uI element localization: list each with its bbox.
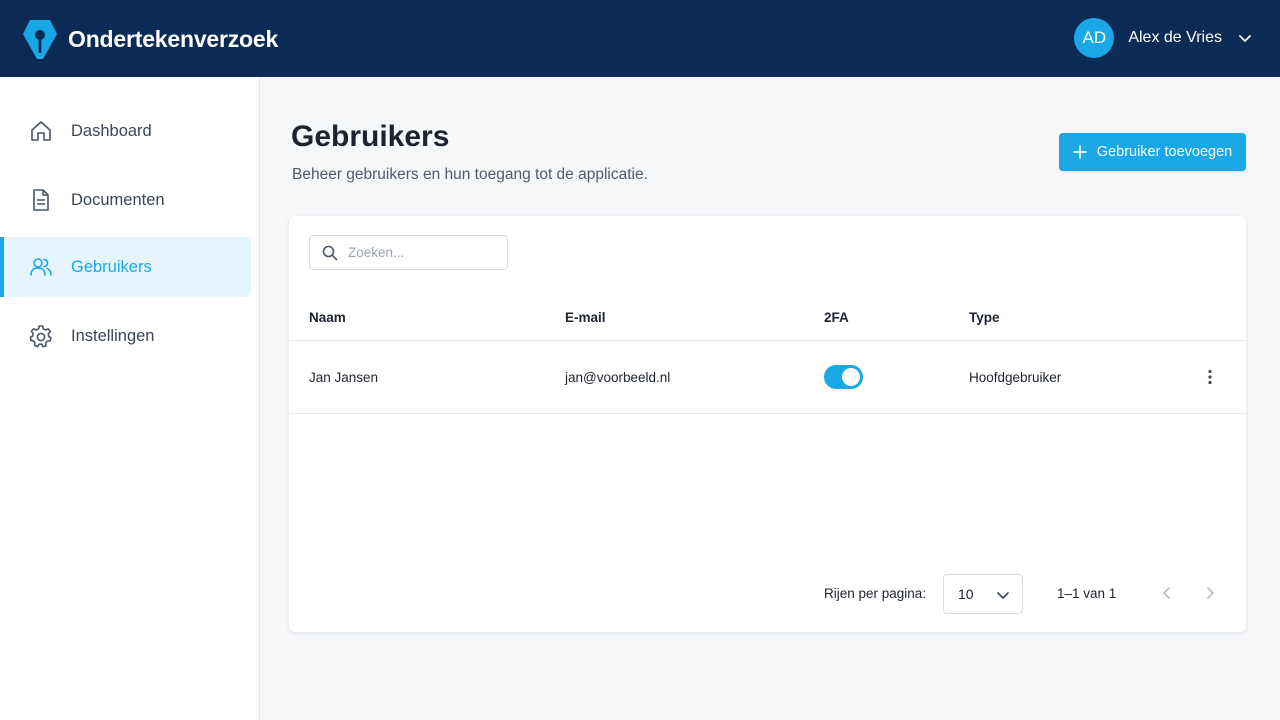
- row-divider: [289, 413, 1246, 414]
- add-user-button[interactable]: Gebruiker toevoegen: [1059, 133, 1246, 171]
- sidebar-item-instellingen[interactable]: Instellingen: [0, 306, 251, 366]
- header-divider: [289, 340, 1246, 341]
- sidebar-item-label: Dashboard: [71, 121, 152, 140]
- chevron-left-icon: [1163, 587, 1170, 599]
- users-icon: [30, 258, 52, 276]
- rows-per-page-label: Rijen per pagina:: [824, 586, 927, 601]
- pen-nib-logo-icon: [23, 20, 57, 59]
- user-menu[interactable]: AD Alex de Vries: [1074, 18, 1252, 58]
- plus-icon: [1072, 145, 1087, 159]
- sidebar-item-label: Gebruikers: [71, 257, 152, 276]
- sidebar-item-dashboard[interactable]: Dashboard: [0, 101, 251, 161]
- home-icon: [31, 121, 51, 141]
- toggle-knob: [842, 368, 860, 386]
- row-actions-button[interactable]: [1200, 367, 1220, 387]
- chevron-right-icon: [1207, 587, 1214, 599]
- page-title: Gebruikers: [291, 120, 450, 153]
- add-user-button-label: Gebruiker toevoegen: [1096, 144, 1233, 160]
- page-subtitle: Beheer gebruikers en hun toegang tot de …: [292, 166, 648, 183]
- column-header-type[interactable]: Type: [969, 310, 1000, 325]
- search-box[interactable]: [309, 235, 508, 270]
- cell-email: jan@voorbeeld.nl: [565, 370, 671, 385]
- search-input[interactable]: [348, 245, 498, 260]
- next-page-button[interactable]: [1200, 583, 1220, 603]
- sidebar-item-label: Instellingen: [71, 326, 155, 345]
- rows-per-page-select[interactable]: 10: [943, 574, 1023, 614]
- sidebar-item-label: Documenten: [71, 190, 165, 209]
- sidebar-item-gebruikers[interactable]: Gebruikers: [0, 237, 251, 297]
- cell-type: Hoofdgebruiker: [969, 370, 1062, 385]
- column-header-email[interactable]: E-mail: [565, 310, 606, 325]
- app-name: Ondertekenverzoek: [68, 25, 279, 52]
- sidebar: Dashboard Documenten Gebruikers Instelli…: [0, 77, 260, 720]
- chevron-down-icon: [1239, 35, 1251, 42]
- rows-per-page-value: 10: [958, 586, 974, 602]
- more-vertical-icon: [1208, 369, 1212, 385]
- column-header-naam[interactable]: Naam: [309, 310, 346, 325]
- user-name: Alex de Vries: [1128, 29, 1222, 46]
- previous-page-button[interactable]: [1157, 583, 1177, 603]
- gear-icon: [29, 325, 52, 348]
- sidebar-item-documenten[interactable]: Documenten: [0, 170, 251, 230]
- search-icon: [322, 245, 338, 260]
- top-bar: Ondertekenverzoek AD Alex de Vries: [0, 0, 1280, 77]
- document-icon: [33, 189, 49, 211]
- users-card: Naam E-mail 2FA Type Jan Jansen jan@voor…: [289, 216, 1246, 632]
- column-header-2fa[interactable]: 2FA: [824, 310, 849, 325]
- pagination-range: 1–1 van 1: [1057, 586, 1117, 601]
- twofa-toggle[interactable]: [824, 365, 863, 389]
- avatar: AD: [1074, 18, 1115, 58]
- brand[interactable]: Ondertekenverzoek: [22, 18, 278, 60]
- chevron-down-icon: [997, 592, 1009, 599]
- cell-name: Jan Jansen: [309, 370, 379, 385]
